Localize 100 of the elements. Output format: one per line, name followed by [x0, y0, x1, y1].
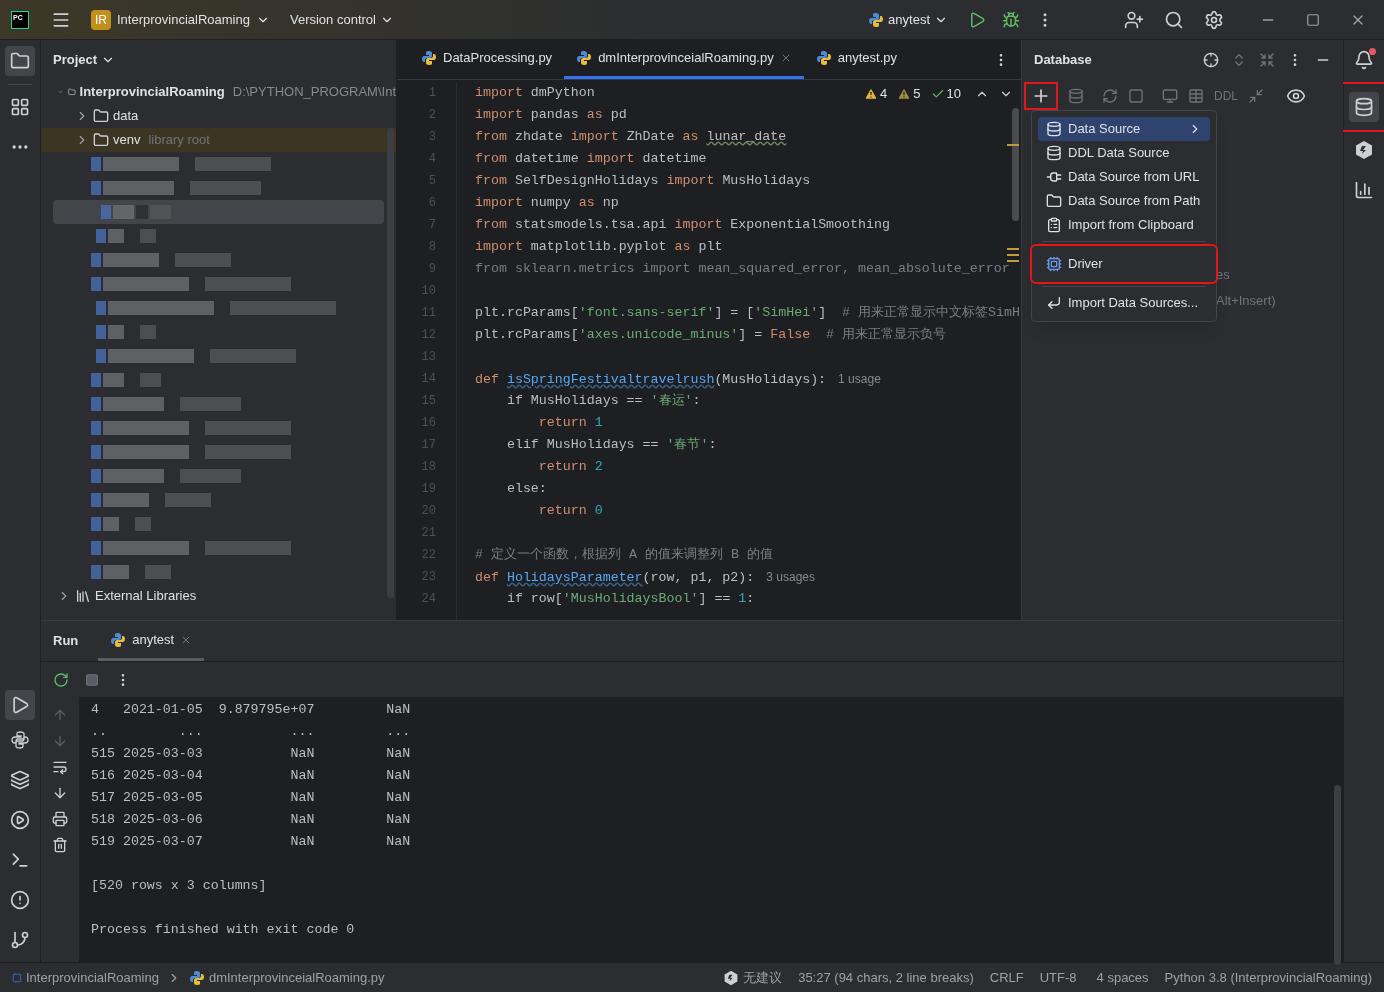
table-icon[interactable]	[1188, 88, 1204, 104]
blurred-tree-item	[91, 373, 161, 387]
profiler-icon[interactable]	[1354, 180, 1374, 200]
project-switcher[interactable]: IR InterprovincialRoaming	[91, 9, 270, 30]
code-line: import pandas as pd	[475, 106, 627, 124]
code-line: from statsmodels.tsa.api import ExponentialSmoothing	[475, 216, 890, 234]
database-tool-button[interactable]	[1341, 82, 1384, 132]
ai-suggestion-status[interactable]: 无建议	[723, 967, 783, 988]
add-button[interactable]	[1024, 82, 1058, 110]
editor-tab[interactable]: dmInterprovinceialRoaming.py	[564, 40, 804, 79]
view-options-icon[interactable]	[1286, 86, 1306, 106]
folder-icon	[93, 132, 109, 148]
python-file-icon	[868, 11, 885, 28]
run-config-selector[interactable]: anytest	[868, 9, 948, 30]
project-view-selector[interactable]: Project	[53, 50, 116, 70]
editor-tab[interactable]: anytest.py	[803, 40, 909, 79]
line-separator[interactable]: CRLF	[989, 967, 1024, 988]
problems-icon[interactable]	[10, 890, 30, 910]
rerun-icon[interactable]	[53, 671, 69, 688]
panel-title: Database	[1034, 51, 1092, 70]
ai-assistant-icon[interactable]	[1354, 140, 1374, 160]
code-line: else:	[505, 480, 547, 498]
menu-item[interactable]: Driver	[1032, 246, 1216, 282]
console-line: 4 2021-01-05 9.879795e+07 NaN	[91, 701, 411, 719]
menu-item[interactable]: Data Source	[1038, 117, 1210, 141]
maximize-icon[interactable]	[1306, 12, 1320, 27]
trash-icon[interactable]	[52, 837, 68, 853]
blurred-tree-item	[91, 517, 151, 531]
run-icon[interactable]	[968, 10, 986, 29]
python-file-icon	[110, 631, 127, 648]
console-line: Process finished with exit code 0	[91, 921, 355, 939]
usage-hint[interactable]: 1 usage	[838, 372, 881, 386]
structure-icon[interactable]	[10, 97, 30, 117]
debug-icon[interactable]	[1002, 10, 1020, 29]
scrollbar[interactable]	[1012, 108, 1019, 221]
add-user-icon[interactable]	[1124, 9, 1144, 30]
menu-item[interactable]: Import Data Sources...	[1038, 291, 1210, 315]
code-line: import matplotlib.pyplot as plt	[475, 238, 723, 256]
print-icon[interactable]	[52, 811, 68, 827]
tree-row[interactable]: venv library root	[41, 128, 396, 152]
menu-item[interactable]: Data Source from Path	[1038, 189, 1210, 213]
python-console-icon[interactable]	[10, 730, 30, 750]
settings-icon[interactable]	[1204, 9, 1224, 30]
folder-icon	[1046, 193, 1062, 209]
ddl-database-icon	[1046, 145, 1062, 161]
usage-hint[interactable]: 3 usages	[766, 570, 815, 584]
project-badge: IR	[91, 9, 111, 30]
data-source-properties-icon[interactable]	[1068, 88, 1084, 104]
tree-row[interactable]: InterprovincialRoaming D:\PYTHON_PROGRAM\Int	[41, 80, 396, 104]
scrollbar[interactable]	[1334, 785, 1341, 965]
refresh-icon[interactable]	[1102, 88, 1118, 104]
blurred-tree-item	[96, 229, 156, 243]
code-line: plt.rcParams['axes.unicode_minus'] = False # 用来正常显示负号	[475, 326, 947, 344]
menu-item[interactable]: Data Source from URL	[1038, 165, 1210, 189]
layers-icon[interactable]	[10, 770, 30, 790]
console-line: 517 2025-03-05 NaN NaN	[91, 789, 411, 807]
inspection-counter[interactable]: 5	[897, 84, 921, 104]
tree-note: library root	[148, 131, 210, 150]
code-line: return 0	[537, 502, 603, 520]
code-line: if row['MusHolidaysBool'] == 1:	[505, 590, 755, 608]
terminal-icon[interactable]	[10, 850, 30, 870]
console-line: 515 2025-03-03 NaN NaN	[91, 745, 411, 763]
search-icon[interactable]	[1164, 9, 1184, 30]
tree-label: venv	[113, 131, 141, 150]
ai-assistant-icon	[723, 969, 740, 986]
chip-icon	[1046, 256, 1062, 272]
inspection-counter[interactable]: 10	[930, 84, 961, 104]
collapse-all-icon[interactable]	[1259, 52, 1275, 68]
compare-icon[interactable]	[1248, 88, 1264, 104]
file-encoding[interactable]: UTF-8	[1039, 967, 1077, 988]
run-tool-button[interactable]	[5, 690, 35, 720]
console-icon[interactable]	[1162, 88, 1178, 104]
tree-row[interactable]: data	[41, 104, 396, 128]
breadcrumb[interactable]: InterprovincialRoaming	[12, 967, 159, 988]
caret-position[interactable]: 35:27 (94 chars, 2 line breaks)	[798, 967, 974, 988]
console-line: 518 2025-03-06 NaN NaN	[91, 811, 411, 829]
services-icon[interactable]	[10, 810, 30, 830]
tree-row[interactable]: External Libraries	[41, 584, 396, 608]
scrollbar[interactable]	[387, 128, 394, 598]
console-line: 519 2025-03-07 NaN NaN	[91, 833, 411, 851]
folder-icon	[93, 108, 109, 124]
notifications-icon[interactable]	[1354, 50, 1374, 70]
menu-item[interactable]: Import from Clipboard	[1038, 213, 1210, 237]
editor-tab[interactable]: DataProcessing.py	[409, 40, 565, 79]
breadcrumb[interactable]: dmInterprovinceialRoaming.py	[188, 967, 385, 988]
code-line: import numpy as np	[475, 194, 619, 212]
stop-icon[interactable]	[85, 672, 99, 687]
console-line: [520 rows x 3 columns]	[91, 877, 267, 895]
python-interpreter[interactable]: Python 3.8 (InterprovincialRoaming)	[1164, 967, 1372, 988]
panel-title: Run	[53, 632, 79, 651]
scroll-to-end-icon[interactable]	[52, 785, 68, 801]
version-control-menu[interactable]: Version control	[289, 9, 394, 30]
menu-item[interactable]: DDL Data Source	[1038, 141, 1210, 165]
locate-icon[interactable]	[1203, 52, 1219, 68]
python-file-icon	[421, 50, 437, 66]
project-tool-button[interactable]	[5, 46, 35, 76]
git-branch-icon[interactable]	[10, 930, 30, 950]
inspection-counter[interactable]: 4	[864, 84, 888, 104]
indent-setting[interactable]: 4 spaces	[1096, 967, 1149, 988]
soft-wrap-icon[interactable]	[52, 759, 68, 775]
